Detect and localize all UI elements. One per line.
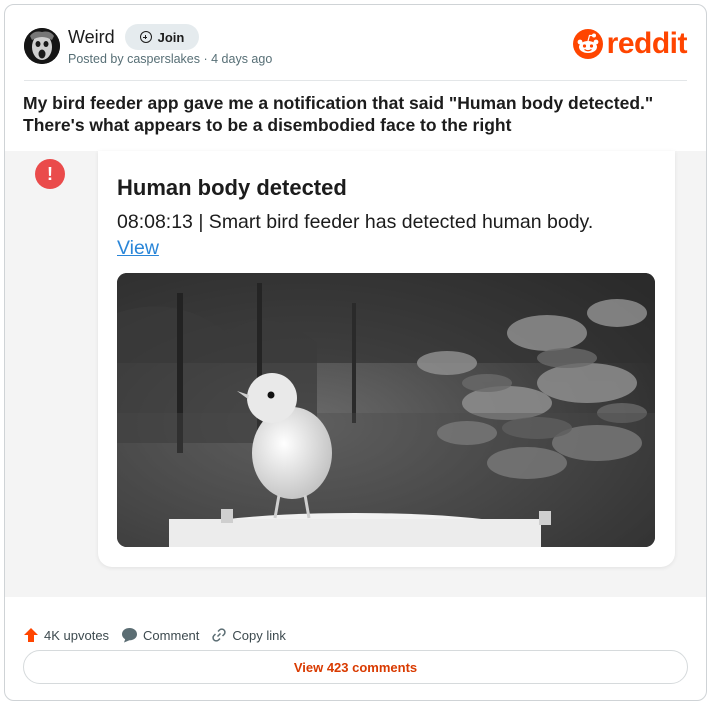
reddit-logo[interactable]: reddit xyxy=(572,27,688,60)
post-media[interactable]: ! Human body detected 08:08:13 | Smart b… xyxy=(5,151,706,597)
post-title[interactable]: My bird feeder app gave me a notificatio… xyxy=(23,92,683,136)
post-card: Weird Join Posted by casperslakes · 4 da… xyxy=(4,4,707,701)
notification-card: Human body detected 08:08:13 | Smart bir… xyxy=(98,151,675,567)
upvote-icon xyxy=(24,628,38,642)
view-comments-button[interactable]: View 423 comments xyxy=(23,650,688,684)
notification-body: 08:08:13 | Smart bird feeder has detecte… xyxy=(117,211,594,233)
comment-label: Comment xyxy=(143,627,200,643)
join-plus-icon xyxy=(139,31,152,43)
copy-link-label: Copy link xyxy=(232,627,286,643)
subreddit-name[interactable]: Weird xyxy=(68,27,115,48)
feeder-camera-photo xyxy=(117,273,655,547)
reddit-snoo-icon xyxy=(572,29,603,59)
alert-icon: ! xyxy=(35,159,65,189)
link-icon xyxy=(212,628,227,642)
post-meta: Posted by casperslakes · 4 days ago xyxy=(68,52,273,66)
join-button[interactable]: Join xyxy=(125,24,199,50)
comment-bubble-icon xyxy=(122,628,138,643)
subreddit-avatar[interactable] xyxy=(24,28,60,64)
notification-title: Human body detected xyxy=(117,175,347,200)
join-label: Join xyxy=(157,29,185,45)
upvote-count: 4K upvotes xyxy=(44,627,110,643)
header-divider xyxy=(24,80,687,81)
post-actions: 4K upvotes Comment Copy link xyxy=(23,625,298,645)
upvote-button[interactable]: 4K upvotes xyxy=(23,627,109,643)
copy-link-button[interactable]: Copy link xyxy=(211,627,286,643)
comment-button[interactable]: Comment xyxy=(121,627,199,643)
view-link[interactable]: View xyxy=(117,237,159,260)
reddit-wordmark: reddit xyxy=(606,27,688,60)
